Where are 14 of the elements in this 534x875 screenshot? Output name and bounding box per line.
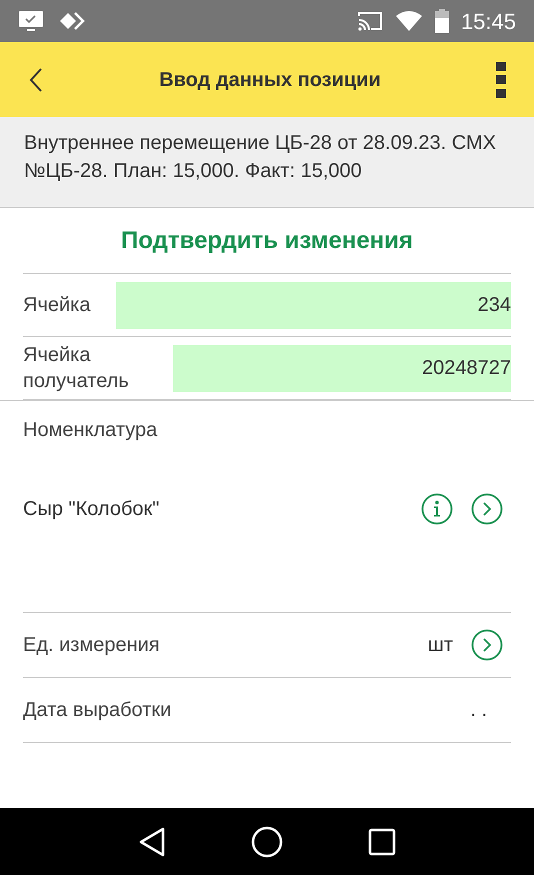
clock: 15:45 — [460, 8, 516, 36]
product-name: Сыр "Колобок" — [23, 496, 160, 522]
input-field[interactable]: 234 — [116, 282, 511, 328]
input-field[interactable]: 20248727 — [173, 344, 511, 392]
field-label: Ячейка получатель — [23, 343, 130, 394]
date-value[interactable]: . . — [470, 695, 487, 725]
confirm-changes-button[interactable]: Подтвердить изменения — [23, 208, 511, 274]
field-label: Дата выработки — [23, 698, 172, 723]
field-label: Ед. измерения — [23, 633, 161, 658]
field-label: Номенклатура — [23, 418, 158, 443]
screen-title: Ввод данных позиции — [158, 68, 382, 92]
document-info: Внутреннее перемещение ЦБ-28 от 28.09.23. СМХ №ЦБ-28. План: 15,000. Факт: 15,000 — [24, 131, 497, 184]
field-label: Ячейка — [23, 293, 92, 318]
unit-value: шт — [428, 633, 453, 658]
